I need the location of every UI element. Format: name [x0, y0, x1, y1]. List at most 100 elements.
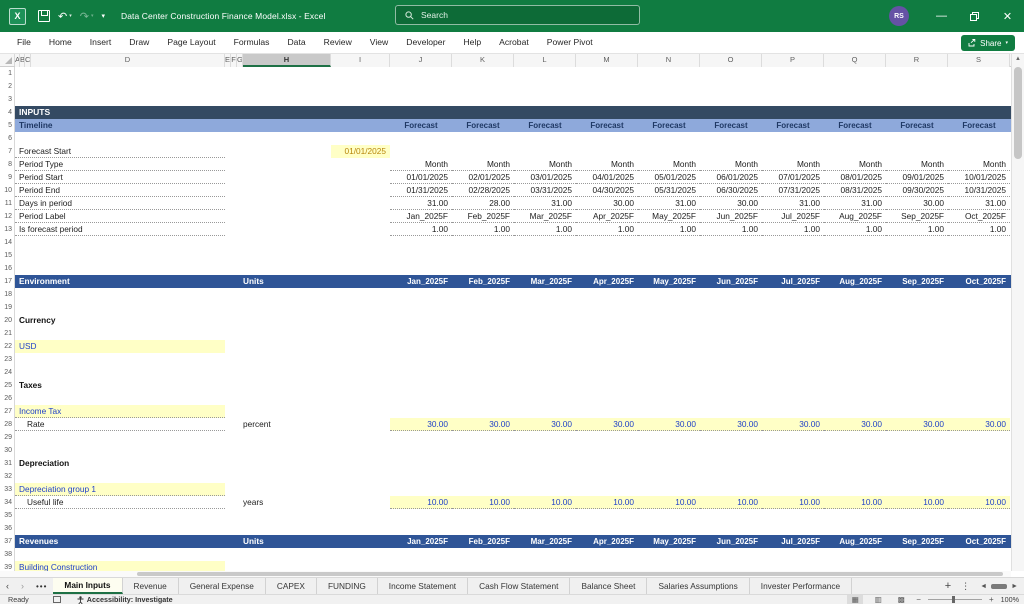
restore-button[interactable]	[958, 0, 991, 32]
row-header-6[interactable]: 6	[0, 132, 15, 145]
row9-value-5[interactable]: 06/01/2025	[700, 171, 762, 184]
ribbon-tab-file[interactable]: File	[8, 32, 40, 53]
minimize-button[interactable]: —	[925, 0, 958, 32]
ribbon-tab-page-layout[interactable]: Page Layout	[158, 32, 224, 53]
row13-value-7[interactable]: 1.00	[824, 223, 886, 236]
row37-value-1[interactable]: Feb_2025F	[452, 535, 514, 548]
horizontal-scrollbar-thumb[interactable]	[137, 572, 1003, 576]
units-header[interactable]: Units	[243, 275, 264, 288]
row13-value-3[interactable]: 1.00	[576, 223, 638, 236]
row37-value-0[interactable]: Jan_2025F	[390, 535, 452, 548]
column-header-P[interactable]: P	[762, 54, 824, 67]
row37-value-4[interactable]: May_2025F	[638, 535, 700, 548]
row9-value-2[interactable]: 03/01/2025	[514, 171, 576, 184]
zoom-level[interactable]: 100%	[1001, 595, 1019, 604]
row11-value-7[interactable]: 31.00	[824, 197, 886, 210]
add-sheet-button[interactable]: +	[945, 580, 951, 592]
row9-value-4[interactable]: 05/01/2025	[638, 171, 700, 184]
row37-value-6[interactable]: Jul_2025F	[762, 535, 824, 548]
row17-value-4[interactable]: May_2025F	[638, 275, 700, 288]
zoom-in-button[interactable]: +	[989, 595, 994, 604]
row8-value-4[interactable]: Month	[638, 158, 700, 171]
ribbon-tab-formulas[interactable]: Formulas	[225, 32, 279, 53]
column-header-I[interactable]: I	[331, 54, 390, 67]
ribbon-tab-developer[interactable]: Developer	[397, 32, 454, 53]
row17-value-9[interactable]: Oct_2025F	[948, 275, 1010, 288]
row-header-29[interactable]: 29	[0, 431, 15, 444]
row13-value-6[interactable]: 1.00	[762, 223, 824, 236]
row10-value-8[interactable]: 09/30/2025	[886, 184, 948, 197]
row-header-7[interactable]: 7	[0, 145, 15, 158]
row-header-30[interactable]: 30	[0, 444, 15, 457]
ribbon-tab-help[interactable]: Help	[454, 32, 490, 53]
row-header-21[interactable]: 21	[0, 327, 15, 340]
input-label-cell[interactable]: USD	[15, 340, 225, 353]
section-banner-label[interactable]: INPUTS	[15, 106, 225, 119]
ribbon-tab-view[interactable]: View	[361, 32, 397, 53]
row-header-37[interactable]: 37	[0, 535, 15, 548]
zoom-out-button[interactable]: −	[916, 595, 921, 604]
column-header-O[interactable]: O	[700, 54, 762, 67]
avatar[interactable]: RS	[889, 6, 909, 26]
row-header-39[interactable]: 39	[0, 561, 15, 571]
column-header-R[interactable]: R	[886, 54, 948, 67]
row28-value-2[interactable]: 30.00	[514, 418, 576, 431]
tab-scroll-left-icon[interactable]: ◄	[980, 583, 987, 590]
row-header-19[interactable]: 19	[0, 301, 15, 314]
tab-scrollbar[interactable]: ◄ ►	[980, 583, 1018, 590]
row12-value-8[interactable]: Sep_2025F	[886, 210, 948, 223]
row17-value-6[interactable]: Jul_2025F	[762, 275, 824, 288]
row12-value-1[interactable]: Feb_2025F	[452, 210, 514, 223]
row9-value-3[interactable]: 04/01/2025	[576, 171, 638, 184]
line-item-label[interactable]: Is forecast period	[15, 223, 225, 236]
units-cell[interactable]: percent	[243, 418, 271, 431]
group-heading[interactable]: Depreciation	[15, 457, 225, 470]
row34-value-8[interactable]: 10.00	[886, 496, 948, 509]
row10-value-7[interactable]: 08/31/2025	[824, 184, 886, 197]
group-heading[interactable]: Currency	[15, 314, 225, 327]
row37-value-2[interactable]: Mar_2025F	[514, 535, 576, 548]
row28-value-5[interactable]: 30.00	[700, 418, 762, 431]
line-item-label[interactable]: Period Type	[15, 158, 225, 171]
row-header-34[interactable]: 34	[0, 496, 15, 509]
column-header-S[interactable]: S	[948, 54, 1010, 67]
units-cell[interactable]: years	[243, 496, 263, 509]
sheet-tab-salaries-assumptions[interactable]: Salaries Assumptions	[647, 578, 750, 594]
page-break-view-button[interactable]: ▩	[893, 595, 909, 604]
row-header-8[interactable]: 8	[0, 158, 15, 171]
row11-value-6[interactable]: 31.00	[762, 197, 824, 210]
zoom-slider[interactable]	[927, 596, 982, 603]
row17-value-3[interactable]: Apr_2025F	[576, 275, 638, 288]
close-button[interactable]: ✕	[991, 0, 1024, 32]
row17-value-8[interactable]: Sep_2025F	[886, 275, 948, 288]
row17-value-5[interactable]: Jun_2025F	[700, 275, 762, 288]
row-header-22[interactable]: 22	[0, 340, 15, 353]
row34-value-5[interactable]: 10.00	[700, 496, 762, 509]
row-header-1[interactable]: 1	[0, 67, 15, 80]
vertical-scrollbar-thumb[interactable]	[1014, 67, 1022, 159]
column-header-H[interactable]: H	[243, 54, 331, 67]
line-item-label[interactable]: Days in period	[15, 197, 225, 210]
row28-value-8[interactable]: 30.00	[886, 418, 948, 431]
row-header-20[interactable]: 20	[0, 314, 15, 327]
row5-value-6[interactable]: Forecast	[762, 119, 824, 132]
row34-value-7[interactable]: 10.00	[824, 496, 886, 509]
row9-value-1[interactable]: 02/01/2025	[452, 171, 514, 184]
column-header-K[interactable]: K	[452, 54, 514, 67]
vertical-scrollbar[interactable]: ▲	[1011, 54, 1024, 571]
row5-value-8[interactable]: Forecast	[886, 119, 948, 132]
column-header-D[interactable]: D	[31, 54, 225, 67]
row17-value-7[interactable]: Aug_2025F	[824, 275, 886, 288]
row-header-23[interactable]: 23	[0, 353, 15, 366]
row-header-24[interactable]: 24	[0, 366, 15, 379]
row28-value-6[interactable]: 30.00	[762, 418, 824, 431]
row-header-2[interactable]: 2	[0, 80, 15, 93]
row-header-16[interactable]: 16	[0, 262, 15, 275]
sheet-nav-more-icon[interactable]: •••	[30, 578, 53, 594]
row-header-27[interactable]: 27	[0, 405, 15, 418]
row17-value-0[interactable]: Jan_2025F	[390, 275, 452, 288]
input-label-cell[interactable]: Income Tax	[15, 405, 225, 418]
row28-value-4[interactable]: 30.00	[638, 418, 700, 431]
row8-value-0[interactable]: Month	[390, 158, 452, 171]
save-button[interactable]	[34, 5, 54, 27]
